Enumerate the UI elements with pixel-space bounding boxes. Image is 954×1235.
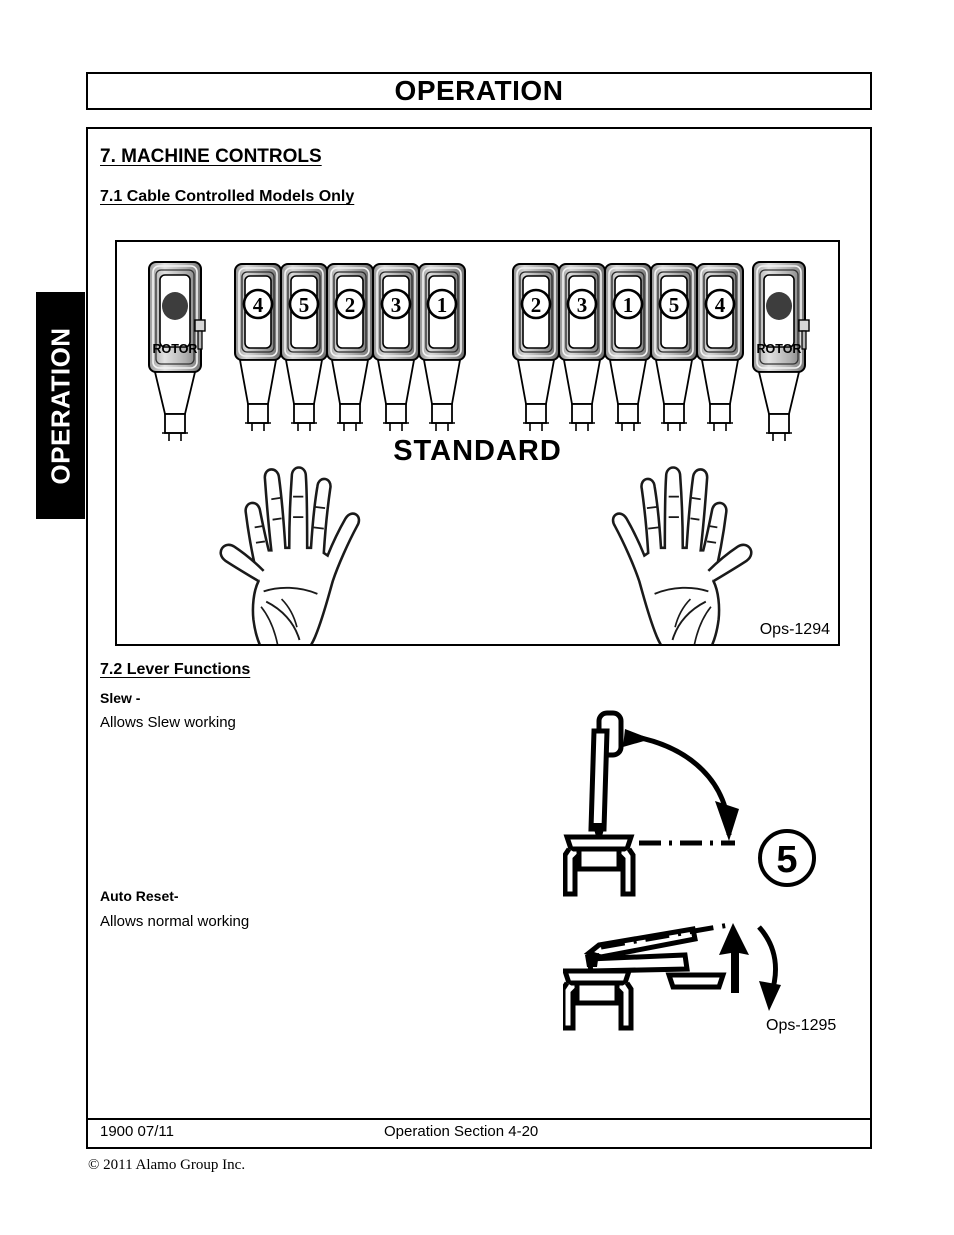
side-tab-operation: OPERATION [36, 292, 85, 519]
lever-left-2[interactable]: 5 [280, 263, 328, 432]
lever-number-badge: 5 [758, 829, 816, 887]
svg-text:1: 1 [437, 293, 448, 317]
lever-right-2[interactable]: 3 [558, 263, 606, 432]
right-hand-illustration [611, 466, 753, 644]
copyright-notice: © 2011 Alamo Group Inc. [88, 1157, 246, 1173]
footer-model-date: 1900 07/11 [100, 1123, 174, 1140]
side-tab-label: OPERATION [45, 326, 75, 485]
label-slew: Slew - [100, 690, 141, 706]
lever-right-1[interactable]: 2 [512, 263, 560, 432]
control-panel-figure: ROTOR 4 5 2 3 1 2 3 1 5 4 ROTOR STANDARD… [115, 240, 840, 646]
svg-text:5: 5 [669, 293, 680, 317]
figure-caption-ops-1294: Ops-1294 [759, 621, 830, 638]
svg-text:3: 3 [391, 293, 402, 317]
lever-right-4[interactable]: 5 [650, 263, 698, 432]
page-title: OPERATION [394, 75, 564, 106]
lever-number-text: 5 [776, 839, 797, 881]
lever-left-1[interactable]: 4 [234, 263, 282, 432]
svg-text:ROTOR: ROTOR [757, 342, 802, 356]
footer-section-reference: Operation Section 4-20 [384, 1123, 539, 1140]
lever-left-5[interactable]: 1 [418, 263, 466, 432]
svg-text:5: 5 [299, 293, 310, 317]
text-slew-description: Allows Slew working [100, 714, 236, 731]
rotor-switch-right[interactable]: ROTOR [752, 261, 810, 442]
svg-text:4: 4 [715, 293, 726, 317]
rotor-switch-left[interactable]: ROTOR [148, 261, 206, 442]
heading-machine-controls: 7. MACHINE CONTROLS [100, 146, 322, 167]
lever-left-4[interactable]: 3 [372, 263, 420, 432]
svg-text:4: 4 [253, 293, 264, 317]
lever-right-5[interactable]: 4 [696, 263, 744, 432]
heading-cable-controlled-models: 7.1 Cable Controlled Models Only [100, 188, 355, 205]
svg-text:2: 2 [345, 293, 356, 317]
label-auto-reset: Auto Reset- [100, 888, 179, 904]
svg-text:2: 2 [531, 293, 542, 317]
page-header: OPERATION [86, 72, 872, 110]
footer-divider [88, 1118, 870, 1120]
svg-text:1: 1 [623, 293, 634, 317]
text-auto-reset-description: Allows normal working [100, 913, 250, 930]
left-hand-illustration [219, 466, 361, 644]
content-area: 7. MACHINE CONTROLS 7.1 Cable Controlled… [86, 127, 872, 1149]
lever-left-3[interactable]: 2 [326, 263, 374, 432]
svg-text:ROTOR: ROTOR [153, 342, 198, 356]
standard-label: STANDARD [393, 435, 562, 467]
svg-text:3: 3 [577, 293, 588, 317]
heading-lever-functions: 7.2 Lever Functions [100, 661, 251, 678]
figure-caption-ops-1295: Ops-1295 [766, 1017, 837, 1034]
lever-right-3[interactable]: 1 [604, 263, 652, 432]
